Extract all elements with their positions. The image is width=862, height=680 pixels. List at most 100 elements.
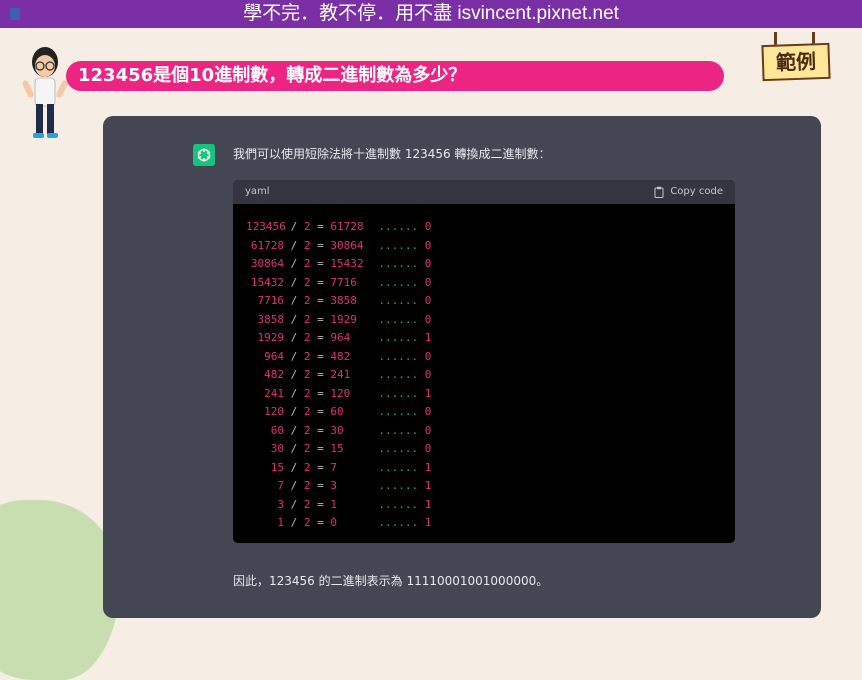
dividend: 3 bbox=[277, 497, 284, 511]
dots: ...... bbox=[378, 331, 419, 344]
code-row: 7716 / 2 = 3858...... 0 bbox=[246, 292, 735, 311]
quotient: 7716 bbox=[330, 275, 357, 289]
divide-sign: / bbox=[290, 331, 298, 344]
dots: ...... bbox=[378, 442, 419, 455]
divisor: 2 bbox=[303, 423, 311, 437]
banner-title: 學不完．教不停．用不盡 isvincent.pixnet.net bbox=[243, 3, 619, 24]
equals-sign: = bbox=[317, 460, 324, 474]
dots: ...... bbox=[378, 423, 419, 437]
code-block: yaml Copy code 123456 / 2 = 61728...... … bbox=[233, 180, 735, 543]
code-row: 241 / 2 = 120...... 1 bbox=[246, 385, 735, 404]
dividend: 1 bbox=[277, 516, 284, 529]
equals-sign: = bbox=[317, 497, 324, 511]
copy-code-button[interactable]: Copy code bbox=[654, 180, 723, 204]
divide-sign: / bbox=[290, 460, 298, 474]
dividend: 964 bbox=[264, 349, 284, 363]
code-row: 120 / 2 = 60...... 0 bbox=[246, 403, 735, 422]
equals-sign: = bbox=[317, 405, 324, 418]
remainder: 1 bbox=[424, 479, 432, 492]
code-row: 3858 / 2 = 1929...... 0 bbox=[246, 311, 735, 330]
example-sign: 範例 bbox=[760, 32, 834, 84]
dividend: 30864 bbox=[250, 257, 284, 270]
quotient: 1 bbox=[330, 497, 337, 511]
divisor: 2 bbox=[303, 516, 311, 529]
quotient: 15 bbox=[330, 442, 344, 455]
dots: ...... bbox=[378, 368, 419, 381]
code-row: 3 / 2 = 1...... 1 bbox=[246, 496, 735, 515]
divide-sign: / bbox=[290, 442, 298, 455]
divisor: 2 bbox=[303, 405, 311, 418]
remainder: 1 bbox=[424, 331, 432, 344]
equals-sign: = bbox=[317, 220, 324, 233]
code-row: 7 / 2 = 3...... 1 bbox=[246, 477, 735, 496]
divisor: 2 bbox=[303, 312, 311, 326]
divide-sign: / bbox=[290, 423, 298, 437]
divisor: 2 bbox=[303, 442, 311, 455]
remainder: 0 bbox=[424, 257, 432, 270]
divide-sign: / bbox=[290, 238, 298, 252]
divisor: 2 bbox=[303, 368, 311, 381]
answer-conclusion: 因此，123456 的二進制表示為 11110001001000000。 bbox=[233, 574, 549, 588]
remainder: 0 bbox=[424, 423, 432, 437]
remainder: 0 bbox=[424, 368, 432, 381]
dividend: 15432 bbox=[250, 275, 284, 289]
quotient: 964 bbox=[330, 331, 351, 344]
equals-sign: = bbox=[317, 479, 324, 492]
dividend: 1929 bbox=[257, 331, 285, 344]
dots: ...... bbox=[378, 312, 419, 326]
quotient: 3 bbox=[330, 479, 337, 492]
dividend: 3858 bbox=[257, 312, 285, 326]
dividend: 123456 bbox=[246, 220, 286, 233]
dividend: 7 bbox=[277, 479, 284, 492]
quotient: 15432 bbox=[330, 257, 364, 270]
equals-sign: = bbox=[317, 516, 324, 529]
equals-sign: = bbox=[317, 275, 324, 289]
dividend: 482 bbox=[264, 368, 284, 381]
quotient: 60 bbox=[330, 405, 344, 418]
dots: ...... bbox=[378, 257, 419, 270]
chatgpt-logo-icon bbox=[193, 144, 215, 166]
dots: ...... bbox=[378, 460, 419, 474]
remainder: 1 bbox=[424, 386, 432, 400]
divide-sign: / bbox=[290, 257, 298, 270]
dots: ...... bbox=[378, 405, 419, 418]
divisor: 2 bbox=[303, 257, 311, 270]
code-row: 964 / 2 = 482...... 0 bbox=[246, 348, 735, 367]
remainder: 0 bbox=[424, 275, 432, 289]
divisor: 2 bbox=[303, 294, 311, 307]
dots: ...... bbox=[378, 386, 419, 400]
code-row: 30 / 2 = 15...... 0 bbox=[246, 440, 735, 459]
equals-sign: = bbox=[317, 238, 324, 252]
quotient: 1929 bbox=[330, 312, 357, 326]
dots: ...... bbox=[378, 479, 419, 492]
dots: ...... bbox=[378, 294, 419, 307]
example-label: 範例 bbox=[761, 42, 831, 82]
divisor: 2 bbox=[303, 479, 311, 492]
remainder: 0 bbox=[424, 238, 432, 252]
divide-sign: / bbox=[290, 479, 298, 492]
question-banner: 123456是個10進制數，轉成二進制數為多少？ bbox=[66, 61, 724, 91]
equals-sign: = bbox=[317, 423, 324, 437]
remainder: 0 bbox=[424, 349, 432, 363]
equals-sign: = bbox=[317, 368, 324, 381]
chat-answer-card: 我們可以使用短除法將十進制數 123456 轉換成二進制數： yaml Copy… bbox=[103, 116, 821, 618]
remainder: 0 bbox=[424, 294, 432, 307]
answer-intro: 我們可以使用短除法將十進制數 123456 轉換成二進制數： bbox=[233, 147, 551, 161]
equals-sign: = bbox=[317, 257, 324, 270]
code-row: 61728 / 2 = 30864...... 0 bbox=[246, 237, 735, 256]
equals-sign: = bbox=[317, 349, 324, 363]
divide-sign: / bbox=[290, 275, 298, 289]
divisor: 2 bbox=[303, 238, 311, 252]
cartoon-teacher-icon bbox=[22, 47, 68, 138]
dots: ...... bbox=[378, 516, 419, 529]
equals-sign: = bbox=[317, 331, 324, 344]
divide-sign: / bbox=[290, 497, 298, 511]
divide-sign: / bbox=[290, 349, 298, 363]
equals-sign: = bbox=[317, 386, 324, 400]
dividend: 30 bbox=[270, 442, 284, 455]
code-row: 482 / 2 = 241...... 0 bbox=[246, 366, 735, 385]
quotient: 482 bbox=[330, 349, 351, 363]
remainder: 0 bbox=[424, 220, 432, 233]
remainder: 0 bbox=[424, 405, 432, 418]
code-row: 1 / 2 = 0...... 1 bbox=[246, 514, 735, 533]
